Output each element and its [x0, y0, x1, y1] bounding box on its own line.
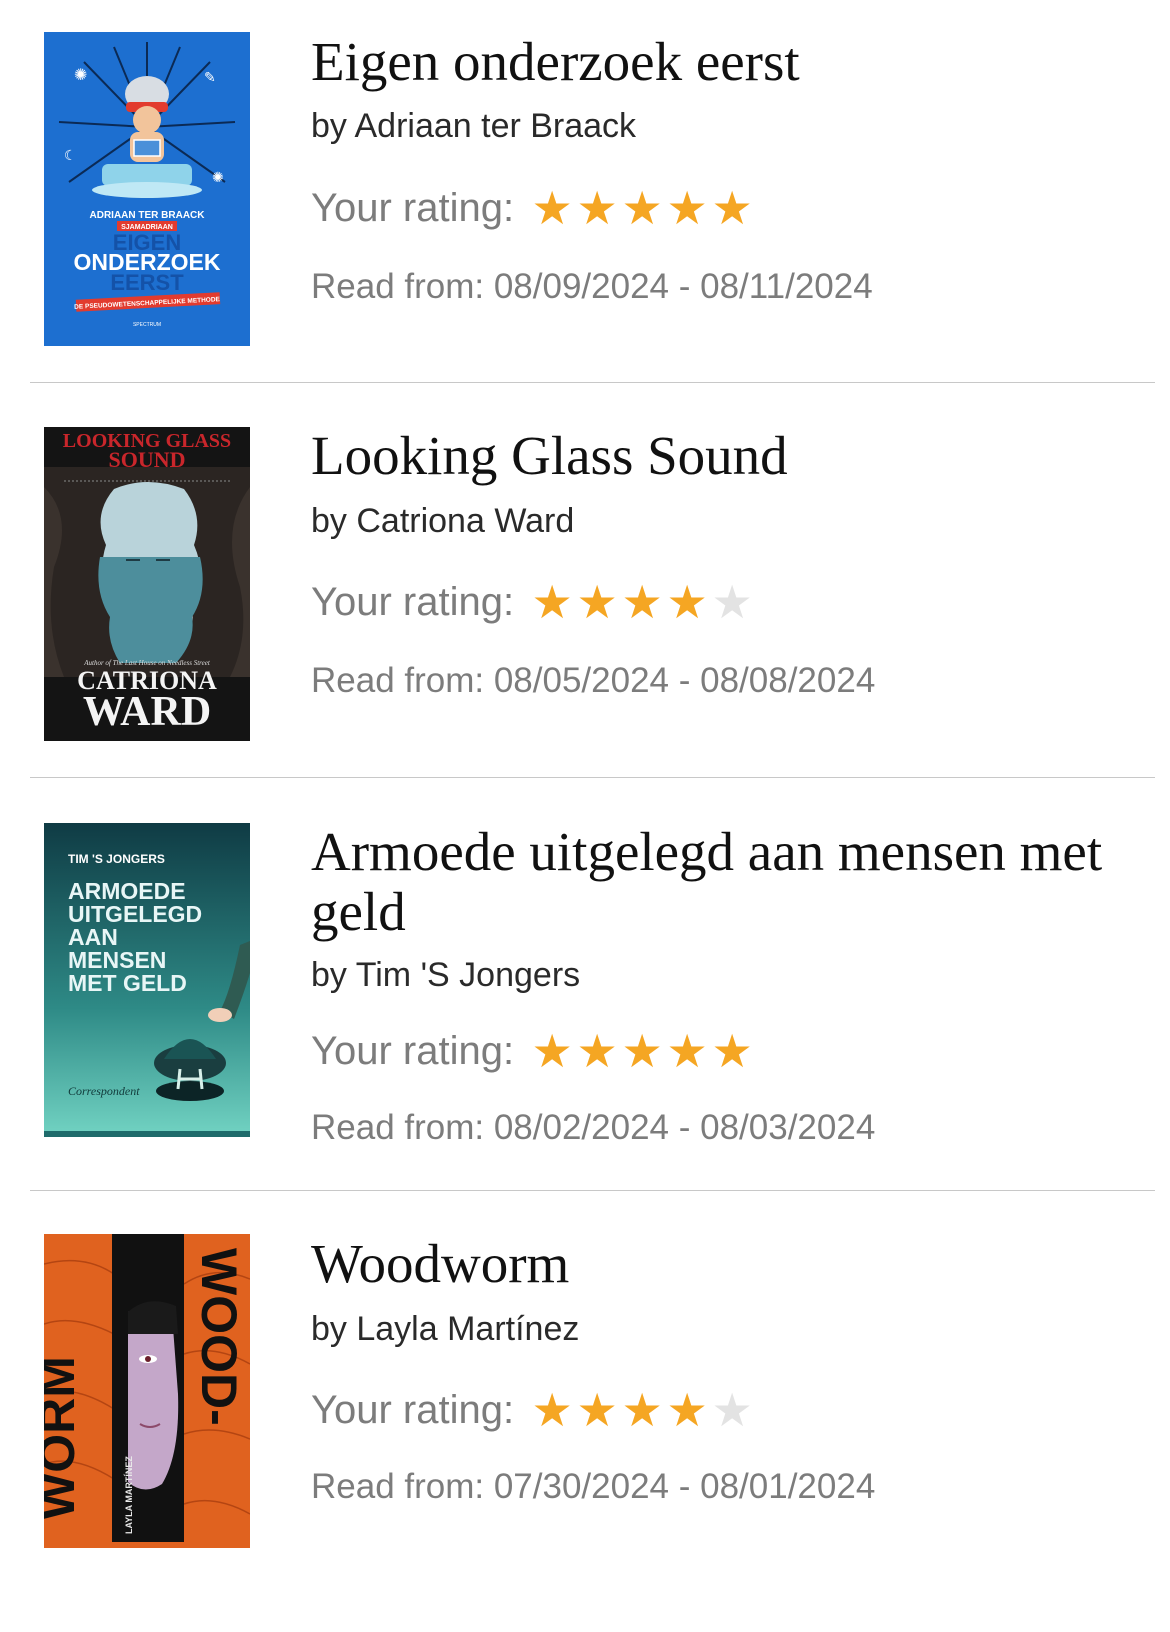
- cover-author-text: ADRIAAN TER BRAACK: [90, 210, 206, 221]
- cover-title-text: WORM: [44, 1356, 85, 1520]
- rating-label: Your rating:: [311, 185, 515, 230]
- star-filled-icon[interactable]: ★: [620, 1028, 664, 1074]
- rating-row: Your rating: ★ ★ ★ ★ ★: [311, 1026, 754, 1076]
- read-dates: Read from: 08/05/2024 - 08/08/2024: [311, 661, 876, 700]
- rating-stars[interactable]: ★ ★ ★ ★ ★: [530, 579, 754, 625]
- star-filled-icon[interactable]: ★: [620, 185, 664, 231]
- rating-label: Your rating:: [311, 1387, 515, 1432]
- star-filled-icon[interactable]: ★: [710, 185, 754, 231]
- star-filled-icon[interactable]: ★: [575, 1028, 619, 1074]
- rating-row: Your rating: ★ ★ ★ ★ ★: [311, 1385, 754, 1435]
- book-list: ✺ ✎ ☾ ✺ ADRIAAN TER BRAACK SJAMADRIAAN E…: [0, 0, 1170, 1632]
- svg-text:✺: ✺: [74, 65, 87, 84]
- rating-row: Your rating: ★ ★ ★ ★ ★: [311, 577, 754, 627]
- star-filled-icon[interactable]: ★: [620, 579, 664, 625]
- star-filled-icon[interactable]: ★: [665, 1028, 709, 1074]
- book-cover-image[interactable]: TIM 'S JONGERS ARMOEDE UITGELEGD AAN MEN…: [44, 823, 250, 1137]
- book-item[interactable]: LOOKING GLASS SOUND Author of The Last H…: [0, 384, 1170, 780]
- star-filled-icon[interactable]: ★: [710, 1028, 754, 1074]
- star-filled-icon[interactable]: ★: [530, 1387, 574, 1433]
- svg-text:WARD: WARD: [83, 689, 211, 735]
- star-filled-icon[interactable]: ★: [575, 1387, 619, 1433]
- svg-text:✺: ✺: [212, 170, 224, 186]
- divider: [30, 382, 1155, 383]
- svg-text:LAYLA MARTÍNEZ: LAYLA MARTÍNEZ: [124, 1456, 134, 1534]
- book-item[interactable]: ✺ ✎ ☾ ✺ ADRIAAN TER BRAACK SJAMADRIAAN E…: [0, 0, 1170, 384]
- svg-text:SPECTRUM: SPECTRUM: [133, 322, 161, 328]
- book-cover-image[interactable]: WORM WOOD- LAYLA MARTÍNEZ: [44, 1234, 250, 1548]
- cover-author-text: TIM 'S JONGERS: [68, 852, 165, 866]
- rating-stars[interactable]: ★ ★ ★ ★ ★: [530, 1387, 754, 1433]
- svg-text:Correspondent: Correspondent: [68, 1084, 140, 1098]
- book-item[interactable]: TIM 'S JONGERS ARMOEDE UITGELEGD AAN MEN…: [0, 780, 1170, 1194]
- divider: [30, 1190, 1155, 1191]
- rating-row: Your rating: ★ ★ ★ ★ ★: [311, 183, 754, 233]
- book-title[interactable]: Woodworm: [311, 1234, 1141, 1294]
- book-author[interactable]: by Tim 'S Jongers: [311, 955, 580, 995]
- svg-text:WOOD-: WOOD-: [191, 1248, 247, 1426]
- rating-label: Your rating:: [311, 1028, 515, 1073]
- star-filled-icon[interactable]: ★: [665, 579, 709, 625]
- book-title[interactable]: Looking Glass Sound: [311, 426, 1141, 486]
- book-title[interactable]: Eigen onderzoek eerst: [311, 32, 1141, 92]
- star-filled-icon[interactable]: ★: [665, 1387, 709, 1433]
- star-filled-icon[interactable]: ★: [530, 1028, 574, 1074]
- rating-stars[interactable]: ★ ★ ★ ★ ★: [530, 185, 754, 231]
- book-author[interactable]: by Layla Martínez: [311, 1309, 579, 1349]
- book-item[interactable]: WORM WOOD- LAYLA MARTÍNEZ Woodworm by La…: [0, 1194, 1170, 1632]
- divider: [30, 777, 1155, 778]
- svg-text:☾: ☾: [64, 148, 77, 164]
- star-filled-icon[interactable]: ★: [530, 185, 574, 231]
- star-filled-icon[interactable]: ★: [575, 579, 619, 625]
- star-empty-icon[interactable]: ★: [710, 1387, 754, 1433]
- book-author[interactable]: by Adriaan ter Braack: [311, 106, 636, 146]
- svg-text:EERST: EERST: [110, 270, 184, 295]
- book-author[interactable]: by Catriona Ward: [311, 501, 574, 541]
- book-cover-image[interactable]: LOOKING GLASS SOUND Author of The Last H…: [44, 427, 250, 741]
- rating-label: Your rating:: [311, 579, 515, 624]
- star-filled-icon[interactable]: ★: [620, 1387, 664, 1433]
- read-dates: Read from: 08/09/2024 - 08/11/2024: [311, 267, 873, 306]
- svg-text:MET GELD: MET GELD: [68, 970, 187, 996]
- book-title[interactable]: Armoede uitgelegd aan mensen met geld: [311, 822, 1141, 942]
- rating-stars[interactable]: ★ ★ ★ ★ ★: [530, 1028, 754, 1074]
- svg-text:SOUND: SOUND: [108, 447, 185, 472]
- star-empty-icon[interactable]: ★: [710, 579, 754, 625]
- read-dates: Read from: 07/30/2024 - 08/01/2024: [311, 1467, 876, 1506]
- svg-text:✎: ✎: [204, 70, 216, 86]
- book-cover-image[interactable]: ✺ ✎ ☾ ✺ ADRIAAN TER BRAACK SJAMADRIAAN E…: [44, 32, 250, 346]
- read-dates: Read from: 08/02/2024 - 08/03/2024: [311, 1108, 876, 1147]
- star-filled-icon[interactable]: ★: [665, 185, 709, 231]
- star-filled-icon[interactable]: ★: [530, 579, 574, 625]
- star-filled-icon[interactable]: ★: [575, 185, 619, 231]
